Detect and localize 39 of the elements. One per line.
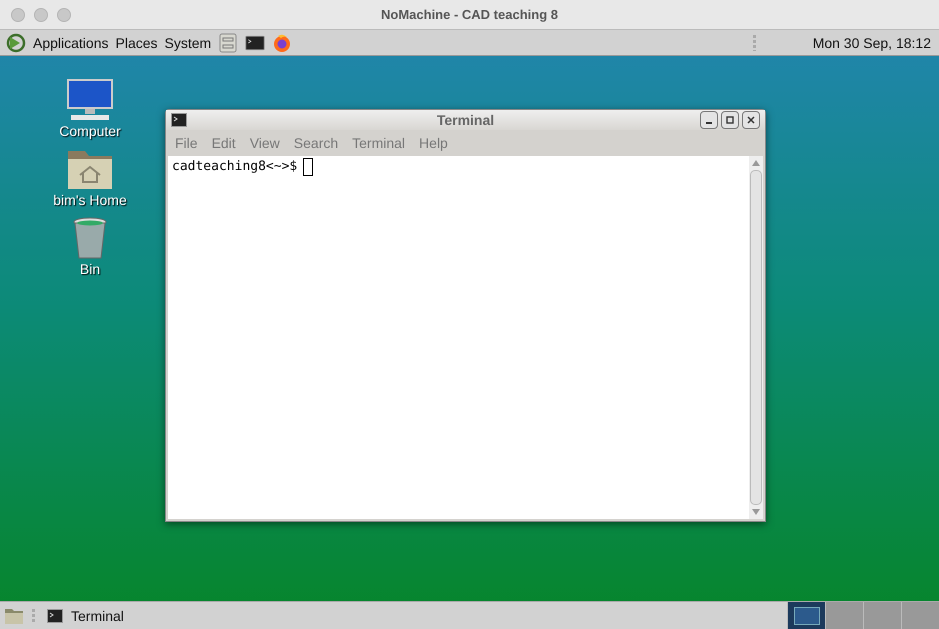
terminal-prompt: cadteaching8<~>$ <box>172 158 298 176</box>
desktop-icon-label[interactable]: bim's Home <box>53 192 127 208</box>
taskbar-item[interactable]: Terminal <box>43 608 128 624</box>
minimize-icon <box>706 122 712 124</box>
panel-menu[interactable]: System <box>164 34 212 50</box>
scroll-down-icon[interactable] <box>752 509 760 515</box>
text-cursor <box>303 158 314 176</box>
clock[interactable]: Mon 30 Sep, 18:12 <box>812 34 931 50</box>
window-title: Terminal <box>436 112 494 128</box>
computer-icon[interactable] <box>65 78 115 122</box>
terminal-icon <box>47 608 63 622</box>
minimize-button[interactable] <box>700 111 718 129</box>
menu-item[interactable]: Edit <box>212 135 236 151</box>
panel-grip-icon[interactable] <box>752 34 756 50</box>
browser-icon[interactable] <box>272 32 292 52</box>
panel-menu[interactable]: Applications <box>33 34 108 50</box>
terminal-icon <box>171 113 187 127</box>
close-icon <box>746 115 756 125</box>
desktop-icon-label[interactable]: Computer <box>59 123 121 139</box>
scroll-up-icon[interactable] <box>752 160 760 166</box>
desktop-icon-label[interactable]: Bin <box>80 261 100 277</box>
maximize-icon <box>725 115 735 125</box>
maximize-button[interactable] <box>721 111 739 129</box>
workspace-switcher-cell[interactable] <box>787 602 825 629</box>
zoom-button[interactable] <box>57 8 71 22</box>
scrollbar[interactable] <box>749 156 763 519</box>
menu-item[interactable]: File <box>175 135 198 151</box>
menu-item[interactable]: Terminal <box>352 135 406 151</box>
menu-item[interactable]: Search <box>294 135 338 151</box>
workspace-switcher-cell[interactable] <box>825 602 863 629</box>
menu-item[interactable]: View <box>250 135 280 151</box>
workspace-switcher-cell[interactable] <box>901 602 939 629</box>
close-button[interactable] <box>742 111 760 129</box>
menu-logo-icon[interactable] <box>6 32 26 52</box>
file-cabinet-icon[interactable] <box>218 32 238 52</box>
window-title: NoMachine - CAD teaching 8 <box>381 7 558 22</box>
workspace-switcher-cell[interactable] <box>863 602 901 629</box>
panel-menu[interactable]: Places <box>116 34 158 50</box>
menu-item[interactable]: Help <box>419 135 448 151</box>
